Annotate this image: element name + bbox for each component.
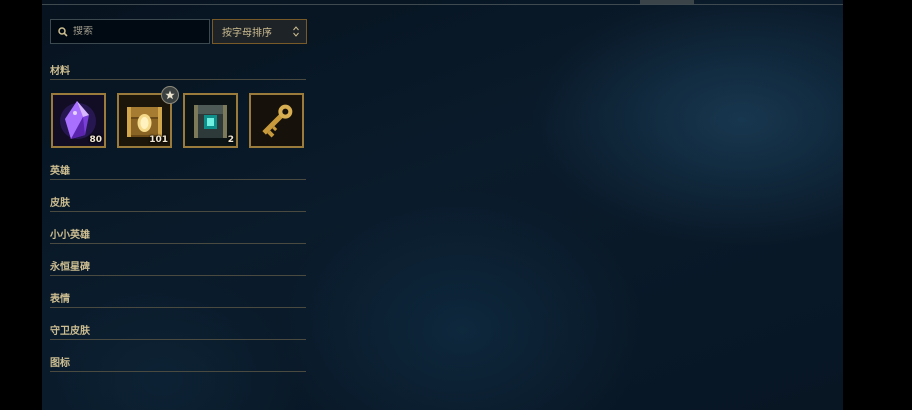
loot-count: 2 [227, 135, 234, 145]
loot-tile-purple-crystal[interactable]: 80 [51, 93, 106, 148]
category-icons[interactable]: 图标 [50, 357, 306, 372]
category-materials[interactable]: 材料 [50, 65, 306, 80]
search-input[interactable] [73, 26, 201, 37]
loot-count: 80 [89, 135, 102, 145]
loot-count: 101 [149, 135, 168, 145]
sort-caret-icon [293, 26, 299, 37]
category-skins[interactable]: 皮肤 [50, 197, 306, 212]
category-eternals[interactable]: 永恒星碑 [50, 261, 306, 276]
gold-key-icon [251, 95, 302, 146]
loot-panel: 按字母排序 材料 80 101 [42, 0, 843, 410]
loot-tile-gold-key[interactable] [249, 93, 304, 148]
category-little-legends[interactable]: 小小英雄 [50, 229, 306, 244]
sort-dropdown[interactable]: 按字母排序 [212, 19, 307, 44]
sort-selected-label: 按字母排序 [222, 28, 272, 39]
star-icon [165, 90, 175, 100]
top-divider [42, 4, 843, 5]
category-emotes[interactable]: 表情 [50, 293, 306, 308]
category-ward-skins[interactable]: 守卫皮肤 [50, 325, 306, 340]
loot-tile-teal-chest[interactable]: 2 [183, 93, 238, 148]
search-icon [58, 26, 68, 37]
star-badge-icon [161, 86, 179, 104]
top-tab-indicator [640, 0, 694, 4]
category-champions[interactable]: 英雄 [50, 165, 306, 180]
search-box[interactable] [50, 19, 210, 44]
